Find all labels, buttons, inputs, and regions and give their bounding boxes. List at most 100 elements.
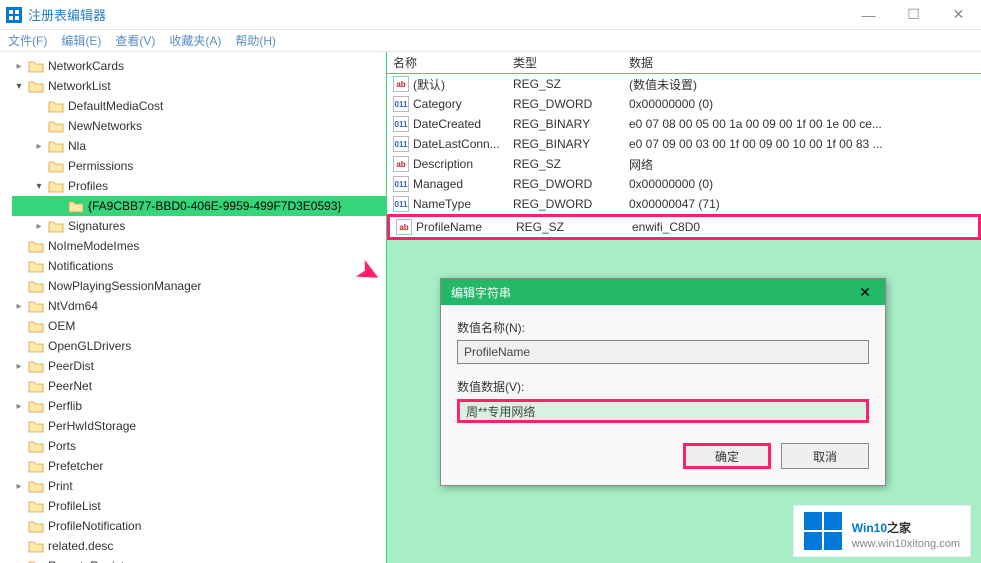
tree-node[interactable]: ▸PeerDist xyxy=(12,356,386,376)
tree-node[interactable]: ▸{FA9CBB77-BBD0-406E-9959-499F7D3E0593} xyxy=(12,196,386,216)
tree-node[interactable]: ▾ NetworkList xyxy=(12,76,386,96)
minimize-button[interactable]: — xyxy=(846,0,891,30)
chevron-icon[interactable]: ▸ xyxy=(12,61,26,72)
menu-bar: 文件(F) 编辑(E) 查看(V) 收藏夹(A) 帮助(H) xyxy=(0,30,981,52)
tree-node[interactable]: ▸ProfileList xyxy=(12,496,386,516)
value-row[interactable]: abDescriptionREG_SZ网络 xyxy=(387,154,981,174)
tree-node[interactable]: ▸ NtVdm64 xyxy=(12,296,386,316)
value-data: e0 07 09 00 03 00 1f 00 09 00 10 00 1f 0… xyxy=(629,137,981,151)
dialog-title-bar: 编辑字符串 ✕ xyxy=(441,279,885,305)
folder-icon xyxy=(28,439,44,453)
value-name: Description xyxy=(413,157,473,171)
tree-node[interactable]: ▸NowPlayingSessionManager xyxy=(12,276,386,296)
value-data-input[interactable] xyxy=(457,399,869,423)
dialog-close-button[interactable]: ✕ xyxy=(845,284,885,301)
folder-icon xyxy=(48,139,64,153)
value-row[interactable]: abProfileNameREG_SZenwifi_C8D0 xyxy=(387,214,981,240)
tree-node[interactable]: ▸OEM xyxy=(12,316,386,336)
value-row[interactable]: 011CategoryREG_DWORD0x00000000 (0) xyxy=(387,94,981,114)
value-type: REG_BINARY xyxy=(513,117,629,131)
folder-icon xyxy=(48,119,64,133)
tree-node[interactable]: ▸RemoteRegistry xyxy=(12,556,386,563)
cancel-button[interactable]: 取消 xyxy=(781,443,869,469)
tree-label: RemoteRegistry xyxy=(48,559,134,563)
folder-icon xyxy=(28,479,44,493)
menu-favorites[interactable]: 收藏夹(A) xyxy=(169,32,221,49)
menu-edit[interactable]: 编辑(E) xyxy=(61,32,101,49)
tree-label: Notifications xyxy=(48,259,113,273)
tree-node[interactable]: ▸OpenGLDrivers xyxy=(12,336,386,356)
chevron-icon[interactable]: ▾ xyxy=(32,181,46,192)
tree-label: NewNetworks xyxy=(68,119,142,133)
folder-icon xyxy=(28,279,44,293)
tree-label: DefaultMediaCost xyxy=(68,99,163,113)
tree-node[interactable]: ▸Print xyxy=(12,476,386,496)
tree-node[interactable]: ▸Prefetcher xyxy=(12,456,386,476)
title-bar: 注册表编辑器 — ☐ ✕ xyxy=(0,0,981,30)
value-name-input[interactable] xyxy=(457,340,869,364)
folder-icon xyxy=(28,519,44,533)
value-name: (默认) xyxy=(413,76,445,93)
chevron-icon[interactable]: ▸ xyxy=(32,221,46,232)
tree-node[interactable]: ▸NewNetworks xyxy=(12,116,386,136)
value-row[interactable]: 011DateLastConn...REG_BINARYe0 07 09 00 … xyxy=(387,134,981,154)
folder-icon xyxy=(28,299,44,313)
value-type: REG_SZ xyxy=(516,220,632,234)
tree-node[interactable]: ▾Profiles xyxy=(12,176,386,196)
tree-node[interactable]: ▸PerHwIdStorage xyxy=(12,416,386,436)
maximize-button[interactable]: ☐ xyxy=(891,0,936,30)
tree-node[interactable]: ▸ProfileNotification xyxy=(12,516,386,536)
windows-logo-icon xyxy=(804,512,842,550)
close-button[interactable]: ✕ xyxy=(936,0,981,30)
tree-label: NetworkCards xyxy=(48,59,124,73)
tree-node[interactable]: ▸Perflib xyxy=(12,396,386,416)
tree-node[interactable]: ▸Nla xyxy=(12,136,386,156)
value-data: 0x00000047 (71) xyxy=(629,197,981,211)
tree-node[interactable]: ▸Permissions xyxy=(12,156,386,176)
value-type: REG_DWORD xyxy=(513,177,629,191)
tree-label: NoImeModeImes xyxy=(48,239,139,253)
value-type-icon: ab xyxy=(393,76,409,92)
tree-node[interactable]: ▸Signatures xyxy=(12,216,386,236)
chevron-icon[interactable]: ▸ xyxy=(32,141,46,152)
value-type-icon: 011 xyxy=(393,176,409,192)
value-type: REG_DWORD xyxy=(513,197,629,211)
tree-label: Permissions xyxy=(68,159,133,173)
dialog-buttons: 确定 取消 xyxy=(457,443,869,469)
tree-node[interactable]: ▸PeerNet xyxy=(12,376,386,396)
value-type-icon: 011 xyxy=(393,96,409,112)
folder-icon xyxy=(68,199,84,213)
chevron-icon[interactable]: ▾ xyxy=(12,81,26,92)
tree-node[interactable]: ▸ NetworkCards xyxy=(12,56,386,76)
chevron-icon[interactable]: ▸ xyxy=(12,481,26,492)
value-data: e0 07 08 00 05 00 1a 00 09 00 1f 00 1e 0… xyxy=(629,117,981,131)
value-row[interactable]: ab(默认)REG_SZ(数值未设置) xyxy=(387,74,981,94)
tree-node[interactable]: ▸related.desc xyxy=(12,536,386,556)
tree-node[interactable]: ▸NoImeModeImes xyxy=(12,236,386,256)
value-row[interactable]: 011NameTypeREG_DWORD0x00000047 (71) xyxy=(387,194,981,214)
chevron-icon[interactable]: ▸ xyxy=(12,401,26,412)
tree-label: NtVdm64 xyxy=(48,299,98,313)
registry-tree[interactable]: ▸NetworkCards▾NetworkList▸DefaultMediaCo… xyxy=(0,52,387,563)
ok-button[interactable]: 确定 xyxy=(683,443,771,469)
col-name[interactable]: 名称 xyxy=(393,54,513,71)
tree-label: PeerNet xyxy=(48,379,92,393)
col-data[interactable]: 数据 xyxy=(629,54,981,71)
menu-file[interactable]: 文件(F) xyxy=(8,32,47,49)
chevron-icon[interactable]: ▸ xyxy=(12,361,26,372)
tree-node[interactable]: ▸Notifications xyxy=(12,256,386,276)
tree-node[interactable]: ▸DefaultMediaCost xyxy=(12,96,386,116)
col-type[interactable]: 类型 xyxy=(513,54,629,71)
value-row[interactable]: 011DateCreatedREG_BINARYe0 07 08 00 05 0… xyxy=(387,114,981,134)
tree-node[interactable]: ▸Ports xyxy=(12,436,386,456)
menu-help[interactable]: 帮助(H) xyxy=(235,32,276,49)
value-row[interactable]: 011ManagedREG_DWORD0x00000000 (0) xyxy=(387,174,981,194)
tree-label: NowPlayingSessionManager xyxy=(48,279,201,293)
menu-view[interactable]: 查看(V) xyxy=(115,32,155,49)
value-type: REG_SZ xyxy=(513,77,629,91)
folder-icon xyxy=(48,99,64,113)
tree-label: NetworkList xyxy=(48,79,111,93)
chevron-icon[interactable]: ▸ xyxy=(12,301,26,312)
value-name: NameType xyxy=(413,197,471,211)
folder-icon xyxy=(28,239,44,253)
